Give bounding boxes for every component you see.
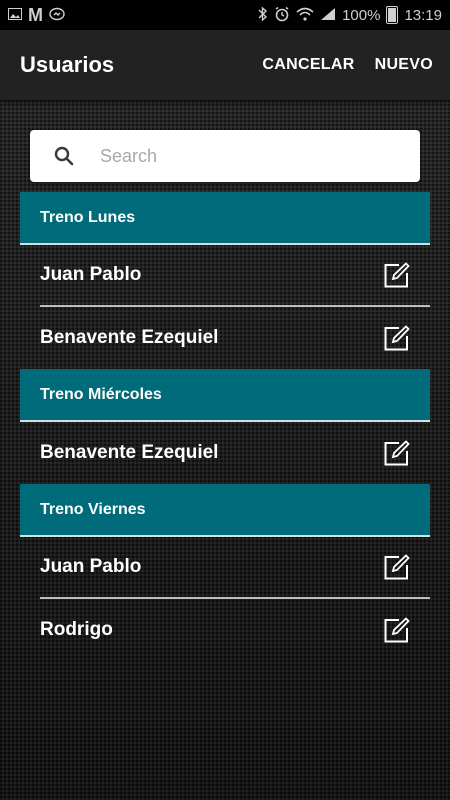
messenger-icon [49,7,65,23]
bluetooth-icon [258,6,268,24]
search-icon [54,146,74,166]
clock: 13:19 [404,6,442,24]
signal-icon [320,7,336,23]
list-item[interactable]: Benavente Ezequiel [40,422,430,484]
battery-level: 100% [342,6,381,24]
status-bar-right: 100% 13:19 [258,6,442,24]
list-item[interactable]: Rodrigo [40,599,430,661]
user-list: Treno Lunes Juan Pablo Benavente Ezequie… [20,192,430,661]
user-name: Rodrigo [40,619,113,640]
user-name: Benavente Ezequiel [40,442,219,463]
list-item[interactable]: Juan Pablo [40,537,430,599]
group-header-miercoles: Treno Miércoles [20,369,430,422]
edit-icon[interactable] [384,617,410,643]
wifi-icon [296,7,314,23]
status-bar: M 100% 13:19 [0,0,450,30]
user-name: Benavente Ezequiel [40,327,219,348]
new-button[interactable]: NUEVO [375,56,433,74]
group-header-lunes: Treno Lunes [20,192,430,245]
user-name: Juan Pablo [40,264,142,285]
search-input[interactable] [98,144,382,168]
cancel-button[interactable]: CANCELAR [262,56,354,74]
edit-icon[interactable] [384,440,410,466]
edit-icon[interactable] [384,554,410,580]
status-bar-left: M [8,5,65,26]
list-item[interactable]: Juan Pablo [40,245,430,307]
edit-icon[interactable] [384,325,410,351]
alarm-icon [274,6,290,24]
group-header-viernes: Treno Viernes [20,484,430,537]
list-item[interactable]: Benavente Ezequiel [40,307,430,369]
search-bar [30,130,420,182]
app-bar: Usuarios CANCELAR NUEVO [0,30,450,100]
battery-icon [386,6,399,24]
image-icon [8,8,22,22]
edit-icon[interactable] [384,262,410,288]
user-name: Juan Pablo [40,556,142,577]
gmail-icon: M [28,4,43,25]
page-title: Usuarios [20,52,115,77]
app-bar-actions: CANCELAR NUEVO [262,56,433,74]
